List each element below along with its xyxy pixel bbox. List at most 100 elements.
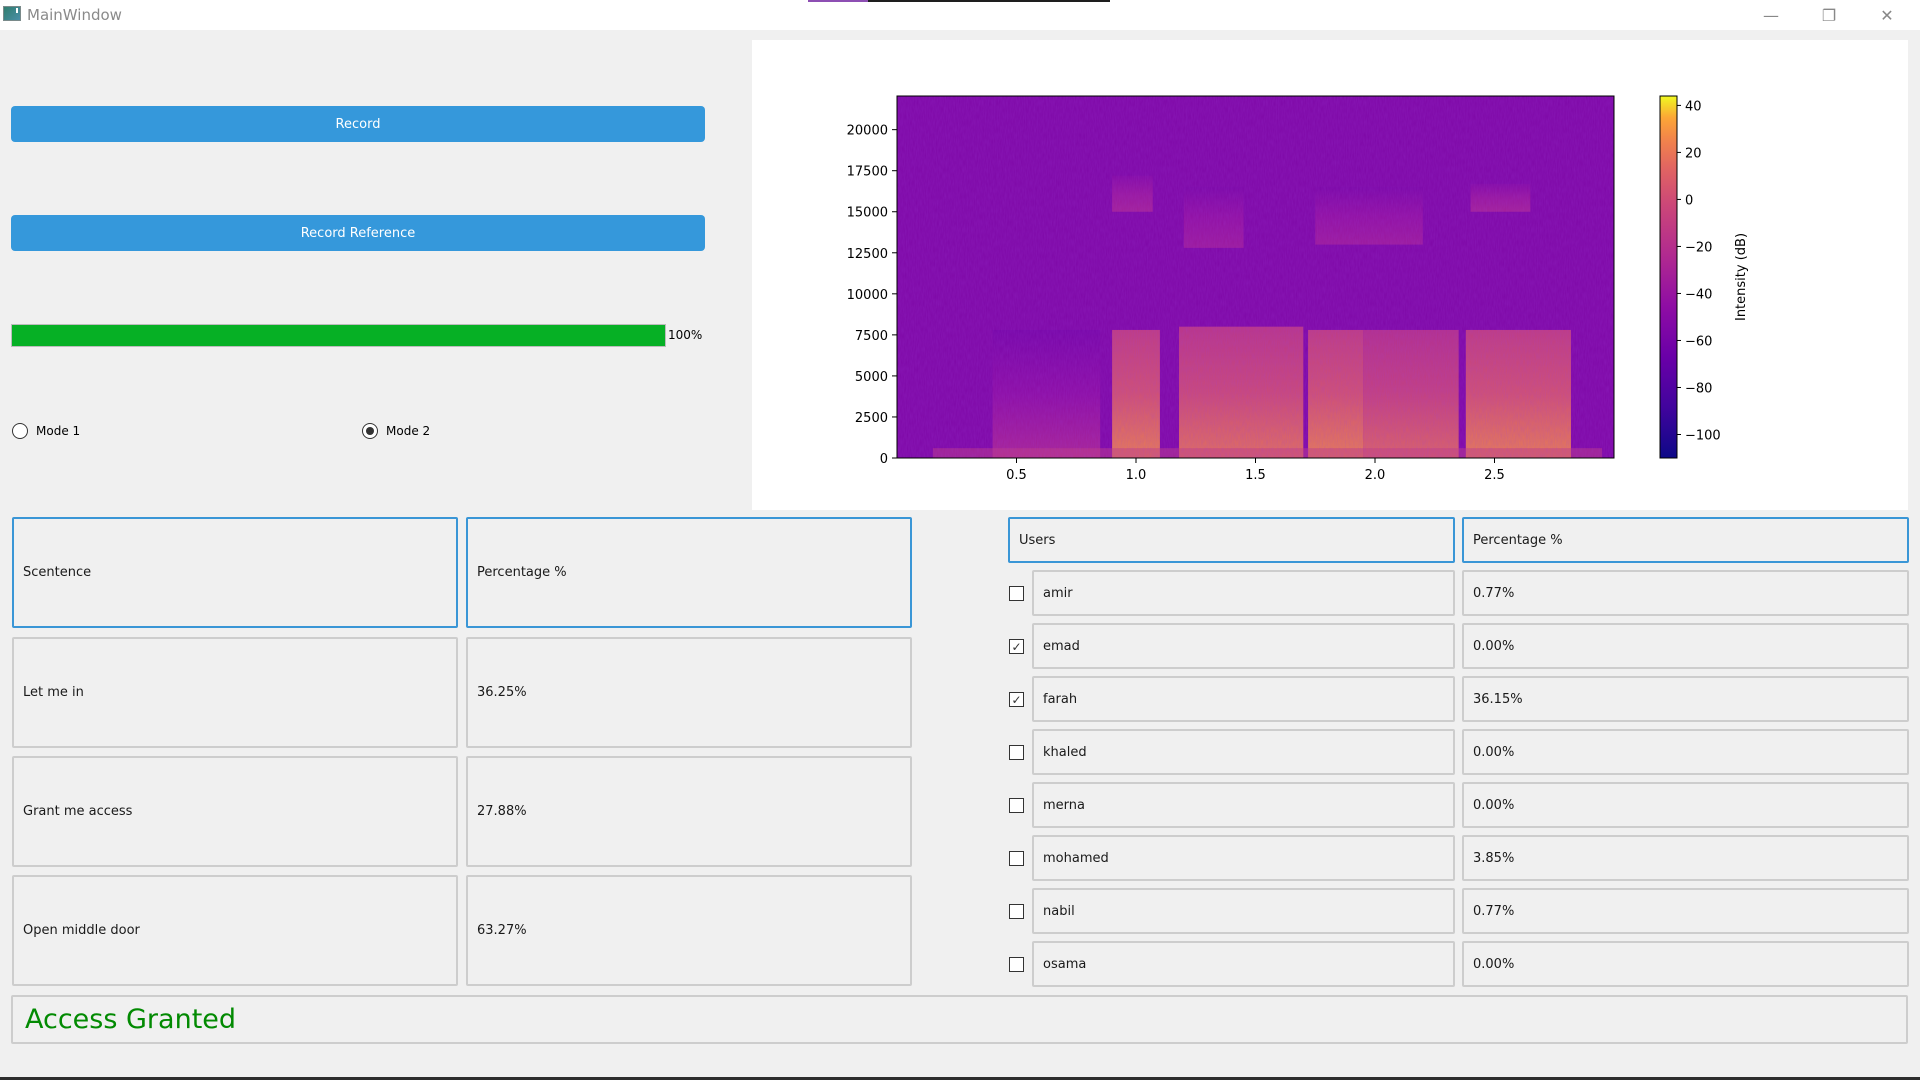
mode-2-label: Mode 2 [386, 424, 431, 438]
colorbar-tick-label: −60 [1685, 334, 1712, 349]
checkmark-icon: ✓ [1011, 639, 1022, 654]
minimize-icon: — [1763, 5, 1779, 25]
user-checkbox[interactable] [1009, 586, 1024, 601]
radio-circle-icon[interactable] [12, 423, 28, 439]
colorbar-tick-label: 40 [1685, 99, 1702, 114]
colorbar-tick-label: −80 [1685, 381, 1712, 396]
colorbar-tick-label: 0 [1685, 193, 1693, 208]
user-name-cell[interactable]: farah [1032, 676, 1455, 722]
colorbar-tick-label: −20 [1685, 240, 1712, 255]
progress-bar [11, 324, 666, 347]
user-name-text: merna [1043, 797, 1085, 813]
user-percentage-text: 0.00% [1473, 797, 1515, 813]
user-name-text: emad [1043, 638, 1080, 654]
user-checkbox[interactable]: ✓ [1009, 639, 1024, 654]
user-name-text: farah [1043, 691, 1078, 707]
mode-1-radio[interactable]: Mode 1 [12, 423, 80, 439]
user-name-text: nabil [1043, 903, 1075, 919]
user-percentage-text: 36.15% [1473, 691, 1523, 707]
percentage-text: 27.88% [477, 804, 527, 819]
y-tick-label: 2500 [855, 411, 888, 426]
sentence-cell[interactable]: Grant me access [12, 756, 458, 867]
user-checkbox[interactable] [1009, 745, 1024, 760]
sentence-cell[interactable]: Let me in [12, 637, 458, 748]
user-name-text: amir [1043, 585, 1073, 601]
sentence-percentage-cell[interactable]: 63.27% [466, 875, 912, 986]
sentence-cell[interactable]: Open middle door [12, 875, 458, 986]
users-column-header: Users [1008, 517, 1455, 563]
user-checkbox[interactable] [1009, 904, 1024, 919]
user-percentage-cell[interactable]: 0.00% [1462, 729, 1909, 775]
user-name-cell[interactable]: osama [1032, 941, 1455, 987]
user-checkbox[interactable] [1009, 957, 1024, 972]
percentage-text: 63.27% [477, 923, 527, 938]
x-tick-label: 2.0 [1365, 468, 1386, 483]
y-tick-label: 0 [880, 452, 888, 467]
user-name-cell[interactable]: mohamed [1032, 835, 1455, 881]
header-label: Percentage % [477, 565, 567, 580]
colorbar-tick-label: −40 [1685, 287, 1712, 302]
y-tick-label: 17500 [847, 165, 888, 180]
sentence-percentage-cell[interactable]: 36.25% [466, 637, 912, 748]
sentence-column-header: Scentence [12, 517, 458, 628]
checkmark-icon: ✓ [1011, 692, 1022, 707]
user-name-text: osama [1043, 956, 1087, 972]
mode-2-radio[interactable]: Mode 2 [362, 423, 430, 439]
progress-text: 100% [668, 328, 703, 342]
restore-icon: ❐ [1821, 5, 1837, 25]
user-percentage-cell[interactable]: 0.00% [1462, 941, 1909, 987]
x-tick-label: 2.5 [1484, 468, 1505, 483]
user-percentage-cell[interactable]: 0.77% [1462, 888, 1909, 934]
user-name-cell[interactable]: merna [1032, 782, 1455, 828]
y-tick-label: 7500 [855, 329, 888, 344]
close-button[interactable]: ✕ [1858, 0, 1916, 30]
y-tick-label: 12500 [847, 247, 888, 262]
user-name-cell[interactable]: emad [1032, 623, 1455, 669]
user-percentage-text: 3.85% [1473, 850, 1515, 866]
user-checkbox[interactable] [1009, 798, 1024, 813]
sentence-text: Let me in [23, 685, 84, 700]
minimize-button[interactable]: — [1742, 0, 1800, 30]
user-percentage-text: 0.00% [1473, 744, 1515, 760]
user-name-text: mohamed [1043, 850, 1109, 866]
percentage-text: 36.25% [477, 685, 527, 700]
header-label: Users [1019, 532, 1056, 548]
restore-button[interactable]: ❐ [1800, 0, 1858, 30]
x-tick-label: 1.5 [1245, 468, 1266, 483]
record-button[interactable]: Record [11, 106, 705, 142]
radio-circle-icon[interactable] [362, 423, 378, 439]
y-tick-label: 15000 [847, 206, 888, 221]
user-percentage-cell[interactable]: 3.85% [1462, 835, 1909, 881]
colorbar-tick-label: 20 [1685, 146, 1702, 161]
colorbar-tick-label: −100 [1685, 428, 1721, 443]
x-tick-label: 1.0 [1126, 468, 1147, 483]
user-percentage-text: 0.77% [1473, 903, 1515, 919]
user-percentage-cell[interactable]: 36.15% [1462, 676, 1909, 722]
user-name-cell[interactable]: khaled [1032, 729, 1455, 775]
record-reference-button[interactable]: Record Reference [11, 215, 705, 251]
spectrogram-noise [897, 96, 1614, 458]
user-percentage-text: 0.00% [1473, 638, 1515, 654]
colorbar [1659, 95, 1678, 459]
sentence-percentage-cell[interactable]: 27.88% [466, 756, 912, 867]
y-tick-label: 5000 [855, 370, 888, 385]
spectrogram-panel: 0.5 1.0 1.5 2.0 2.5 0 2500 5000 7500 10000 12500 15… [752, 40, 1908, 510]
user-checkbox[interactable] [1009, 851, 1024, 866]
spectrogram-chart: 0.5 1.0 1.5 2.0 2.5 0 2500 5000 7500 10000 12500 15… [847, 95, 1749, 483]
close-icon: ✕ [1880, 5, 1894, 25]
sentence-text: Grant me access [23, 804, 133, 819]
colorbar-label: Intensity (dB) [1734, 233, 1749, 321]
user-name-cell[interactable]: nabil [1032, 888, 1455, 934]
progress-fill [12, 325, 665, 346]
user-checkbox[interactable]: ✓ [1009, 692, 1024, 707]
user-percentage-text: 0.00% [1473, 956, 1515, 972]
x-tick-label: 0.5 [1006, 468, 1027, 483]
user-percentage-cell[interactable]: 0.00% [1462, 623, 1909, 669]
mode-1-label: Mode 1 [36, 424, 81, 438]
window-title: MainWindow [27, 6, 122, 24]
user-name-cell[interactable]: amir [1032, 570, 1455, 616]
user-percentage-cell[interactable]: 0.77% [1462, 570, 1909, 616]
y-tick-label: 20000 [847, 124, 888, 139]
user-percentage-cell[interactable]: 0.00% [1462, 782, 1909, 828]
title-bar: MainWindow — ❐ ✕ [0, 0, 1920, 30]
